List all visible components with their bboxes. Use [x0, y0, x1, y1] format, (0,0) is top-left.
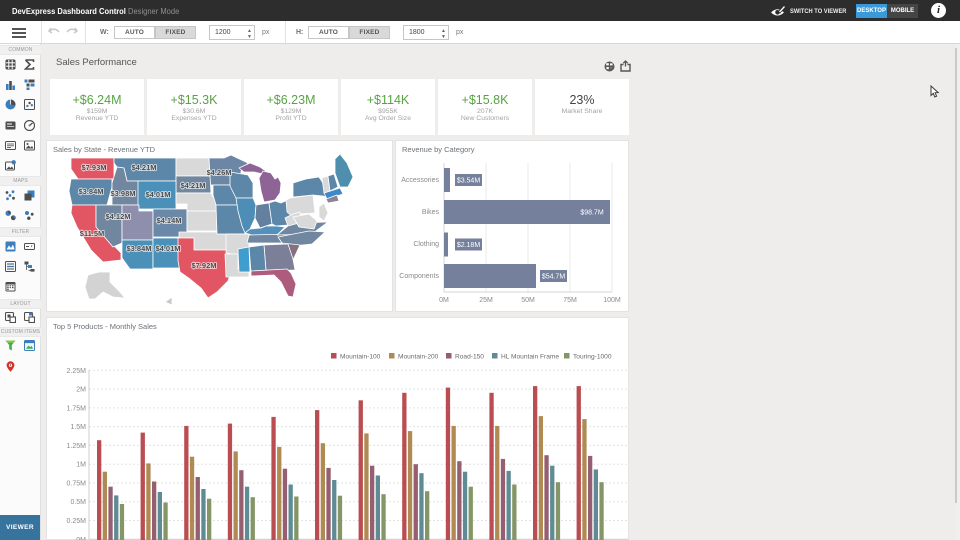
svg-text:25M: 25M: [479, 297, 493, 304]
svg-text:$54.7M: $54.7M: [542, 274, 566, 281]
svg-text:1.5M: 1.5M: [70, 424, 86, 431]
svg-text:$3.84M: $3.84M: [126, 244, 151, 253]
svg-text:0.75M: 0.75M: [67, 481, 87, 488]
svg-text:Clothing: Clothing: [413, 241, 439, 248]
svg-text:Mountain-100: Mountain-100: [340, 354, 381, 361]
svg-text:$4.12M: $4.12M: [105, 212, 130, 221]
svg-text:$4.21M: $4.21M: [131, 163, 156, 172]
svg-text:$7.93M: $7.93M: [81, 163, 106, 172]
svg-text:HL Mountain Frame: HL Mountain Frame: [501, 354, 559, 361]
svg-text:0.5M: 0.5M: [70, 499, 86, 506]
svg-text:Touring-1000: Touring-1000: [573, 354, 612, 361]
svg-text:$4.14M: $4.14M: [156, 216, 181, 225]
svg-text:50M: 50M: [521, 297, 535, 304]
svg-text:Components: Components: [399, 273, 439, 280]
svg-text:$2.18M: $2.18M: [457, 242, 481, 249]
svg-text:$3.98M: $3.98M: [110, 189, 135, 198]
svg-text:2.25M: 2.25M: [67, 368, 87, 375]
svg-text:75M: 75M: [563, 297, 577, 304]
svg-text:Accessories: Accessories: [401, 177, 439, 184]
svg-text:$3.84M: $3.84M: [78, 187, 103, 196]
svg-text:$4.26M: $4.26M: [206, 168, 231, 177]
svg-text:Mountain-200: Mountain-200: [398, 354, 439, 361]
svg-text:$4.01M: $4.01M: [145, 190, 170, 199]
svg-text:$98.7M: $98.7M: [580, 210, 604, 217]
svg-text:100M: 100M: [603, 297, 621, 304]
svg-text:1M: 1M: [76, 462, 86, 469]
svg-text:0M: 0M: [439, 297, 449, 304]
svg-text:1.75M: 1.75M: [67, 405, 87, 412]
svg-text:$11.5M: $11.5M: [80, 229, 105, 238]
svg-text:0.25M: 0.25M: [67, 518, 87, 525]
svg-text:$4.01M: $4.01M: [155, 244, 180, 253]
svg-text:Bikes: Bikes: [422, 209, 440, 216]
svg-text:2M: 2M: [76, 387, 86, 394]
svg-text:$7.92M: $7.92M: [191, 261, 216, 270]
svg-text:$4.21M: $4.21M: [180, 181, 205, 190]
svg-text:$3.54M: $3.54M: [457, 178, 481, 185]
svg-text:1.25M: 1.25M: [67, 443, 87, 450]
svg-text:Road-150: Road-150: [455, 354, 484, 361]
